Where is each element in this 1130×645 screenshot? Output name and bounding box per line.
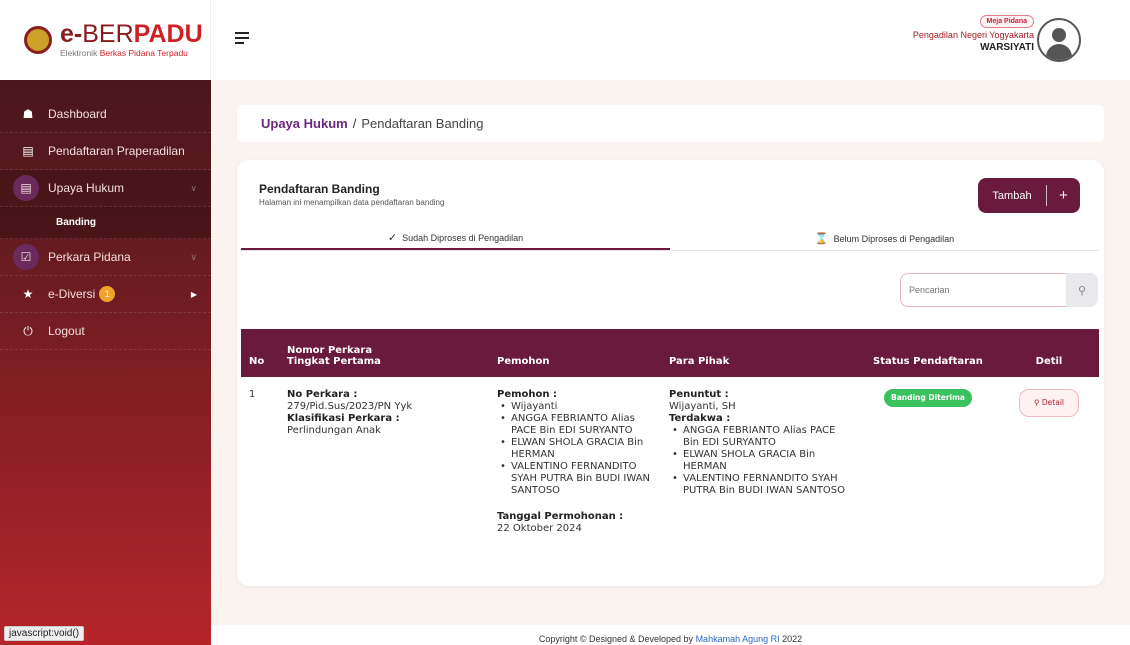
status-bar-url: javascript:void(): [4, 626, 85, 641]
breadcrumb-current: Pendaftaran Banding: [361, 116, 484, 131]
footer-text: Copyright © Designed & Developed by: [538, 634, 696, 644]
list-item: ANGGA FEBRIANTO Alias PACE Bin EDI SURYA…: [669, 425, 849, 449]
footer: Copyright © Designed & Developed by Mahk…: [211, 625, 1130, 645]
avatar[interactable]: [1037, 18, 1081, 62]
column-header-status: Status Pendaftaran: [857, 329, 999, 377]
search-icon[interactable]: ⚲: [1066, 273, 1098, 307]
sidebar-item-label: Pendaftaran Praperadilan: [48, 144, 185, 158]
logo-emblem-icon: [24, 26, 52, 54]
list-item: VALENTINO FERNANDITO SYAH PUTRA Bin BUDI…: [497, 461, 653, 497]
sidebar-item-logout[interactable]: ⏻ Logout: [0, 313, 211, 350]
sidebar-subitem-banding[interactable]: Banding: [0, 207, 211, 239]
footer-year: 2022: [779, 634, 803, 644]
penuntut-label: Penuntut :: [669, 389, 729, 400]
logo-title: e-BERPADU: [60, 20, 203, 48]
table-row: 1 No Perkara : 279/Pid.Sus/2023/PN Yyk K…: [241, 377, 1099, 547]
list-item: ELWAN SHOLA GRACIA Bin HERMAN: [669, 449, 849, 473]
search-icon: ⚲: [1034, 398, 1040, 407]
list-item: ANGGA FEBRIANTO Alias PACE Bin EDI SURYA…: [497, 413, 653, 437]
sidebar-item-dashboard[interactable]: ☗ Dashboard: [0, 96, 211, 133]
banding-table: No Nomor Perkara Tingkat Pertama Pemohon …: [241, 329, 1099, 547]
sidebar-item-label: Logout: [48, 324, 85, 338]
status-tabs: ✓ Sudah Diproses di Pengadilan ⌛ Belum D…: [241, 227, 1099, 251]
no-perkara-value: 279/Pid.Sus/2023/PN Yyk: [287, 401, 413, 412]
detail-button[interactable]: ⚲ Detail: [1019, 389, 1079, 417]
sidebar-item-upaya-hukum[interactable]: ▤ Upaya Hukum ∨: [0, 170, 211, 207]
column-header-detil: Detil: [999, 329, 1099, 377]
klasifikasi-value: Perlindungan Anak: [287, 425, 381, 436]
chevron-down-icon: ∨: [190, 182, 197, 193]
tab-belum-diproses[interactable]: ⌛ Belum Diproses di Pengadilan: [670, 227, 1099, 250]
cell-no: 1: [249, 389, 256, 400]
sidebar-item-label: Upaya Hukum: [48, 181, 125, 195]
footer-link[interactable]: Mahkamah Agung RI: [696, 634, 780, 644]
breadcrumb: Upaya Hukum / Pendaftaran Banding: [237, 105, 1104, 142]
main-card: Pendaftaran Banding Halaman ini menampil…: [237, 160, 1104, 586]
list-item: ELWAN SHOLA GRACIA Bin HERMAN: [497, 437, 653, 461]
user-info: Meja Pidana Pengadilan Negeri Yogyakarta…: [913, 10, 1034, 53]
sidebar-item-label: Perkara Pidana: [48, 250, 131, 264]
column-header-nomor-perkara: Nomor Perkara Tingkat Pertama: [279, 329, 489, 377]
sidebar-menu: ☗ Dashboard ▤ Pendaftaran Praperadilan ▤…: [0, 96, 211, 350]
sidebar-item-label: Dashboard: [48, 107, 107, 121]
column-header-pemohon: Pemohon: [489, 329, 661, 377]
breadcrumb-link-upaya-hukum[interactable]: Upaya Hukum: [261, 116, 348, 131]
cell-nomor-perkara: No Perkara : 279/Pid.Sus/2023/PN Yyk Kla…: [279, 377, 489, 547]
user-icon: [1052, 28, 1066, 42]
page-subtitle: Halaman ini menampilkan data pendaftaran…: [259, 198, 445, 207]
terdakwa-label: Terdakwa :: [669, 413, 731, 424]
table-header-row: No Nomor Perkara Tingkat Pertama Pemohon …: [241, 329, 1099, 377]
column-header-para-pihak: Para Pihak: [661, 329, 857, 377]
check-icon: ✓: [387, 232, 398, 244]
list-item: VALENTINO FERNANDITO SYAH PUTRA Bin BUDI…: [669, 473, 849, 497]
terdakwa-list: ANGGA FEBRIANTO Alias PACE Bin EDI SURYA…: [669, 425, 849, 497]
power-icon: ⏻: [23, 323, 33, 338]
logo-subtitle: Elektronik Berkas Pidana Terpadu: [60, 48, 188, 58]
list-item: Wijayanti: [497, 401, 653, 413]
tab-sudah-diproses[interactable]: ✓ Sudah Diproses di Pengadilan: [241, 227, 670, 250]
star-icon: ★: [22, 287, 34, 301]
klasifikasi-label: Klasifikasi Perkara :: [287, 413, 400, 424]
user-name: WARSIYATI: [980, 42, 1034, 53]
status-badge: Banding Diterima: [884, 389, 972, 407]
document-icon: ▤: [13, 175, 39, 201]
tanggal-value: 22 Oktober 2024: [497, 523, 582, 534]
add-button-label: Tambah: [992, 189, 1032, 202]
cell-pemohon: Pemohon : Wijayanti ANGGA FEBRIANTO Alia…: [489, 377, 661, 547]
document-icon: ▤: [22, 144, 34, 158]
column-header-no: No: [241, 329, 279, 377]
pemohon-label: Pemohon :: [497, 389, 557, 400]
cell-para-pihak: Penuntut : Wijayanti, SH Terdakwa : ANGG…: [661, 377, 857, 547]
cell-detil: ⚲ Detail: [999, 377, 1099, 547]
no-perkara-label: No Perkara :: [287, 389, 358, 400]
sidebar-item-praperadilan[interactable]: ▤ Pendaftaran Praperadilan: [0, 133, 211, 170]
home-icon: ☗: [22, 107, 34, 121]
search-input[interactable]: [900, 273, 1066, 307]
page-title: Pendaftaran Banding: [259, 182, 380, 196]
search-box: ⚲: [900, 273, 1098, 307]
pemohon-list: Wijayanti ANGGA FEBRIANTO Alias PACE Bin…: [497, 401, 653, 497]
tanggal-label: Tanggal Permohonan :: [497, 511, 624, 522]
sidebar-item-label: e-Diversi: [48, 287, 96, 301]
top-header: Meja Pidana Pengadilan Negeri Yogyakarta…: [211, 0, 1130, 80]
chevron-down-icon: ∨: [190, 251, 197, 262]
notification-badge: 1: [99, 286, 116, 302]
hamburger-menu-icon[interactable]: [235, 32, 249, 47]
plus-icon: +: [1059, 187, 1068, 204]
cell-status: Banding Diterima: [857, 377, 999, 547]
court-name: Pengadilan Negeri Yogyakarta: [912, 30, 1034, 40]
sidebar: e-BERPADU Elektronik Berkas Pidana Terpa…: [0, 0, 211, 645]
hourglass-icon: ⌛: [814, 233, 829, 245]
logo[interactable]: e-BERPADU Elektronik Berkas Pidana Terpa…: [0, 0, 211, 80]
caret-right-icon: ▶: [190, 289, 197, 299]
breadcrumb-separator: /: [352, 116, 357, 131]
add-button[interactable]: Tambah +: [978, 178, 1080, 213]
sidebar-item-perkara-pidana[interactable]: ☑ Perkara Pidana ∨: [0, 239, 211, 276]
checkbox-icon: ☑: [13, 244, 39, 270]
sidebar-item-e-diversi[interactable]: ★ e-Diversi 1 ▶: [0, 276, 211, 313]
penuntut-value: Wijayanti, SH: [669, 401, 736, 412]
role-badge: Meja Pidana: [979, 15, 1034, 28]
